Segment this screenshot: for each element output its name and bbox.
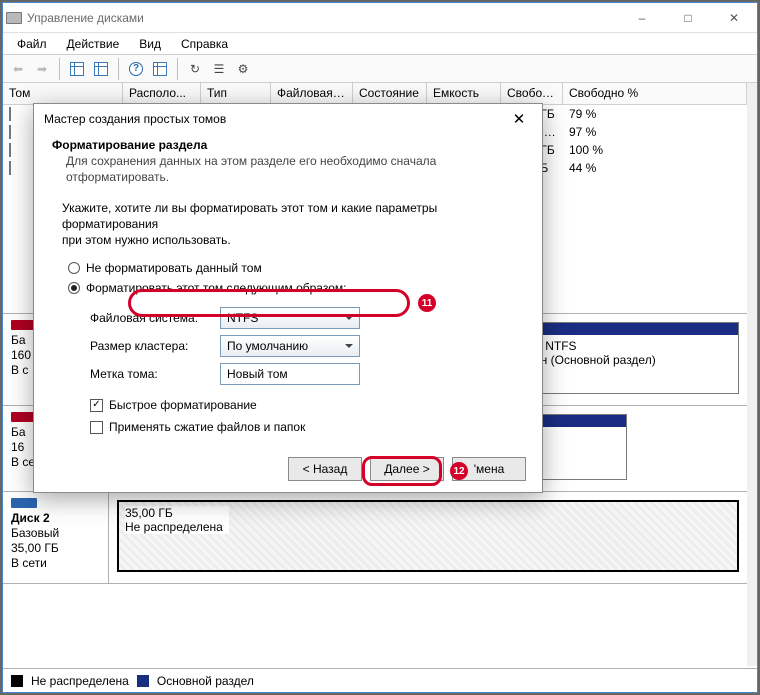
wizard-heading: Форматирование раздела [52,138,524,152]
radio-no-format-label: Не форматировать данный том [86,261,262,275]
help-button[interactable]: ? [125,58,147,80]
grid-header: Том Располо... Тип Файловая с... Состоян… [3,83,747,105]
minimize-button[interactable]: – [619,3,665,33]
nav-forward-button[interactable]: ➡ [31,58,53,80]
col-filesystem[interactable]: Файловая с... [271,83,353,104]
close-button[interactable]: ✕ [711,3,757,33]
checkbox-icon [90,421,103,434]
volume-label-value: Новый том [227,367,288,381]
radio-format-label: Форматировать этот том следующим образом… [86,281,346,295]
volume-label-label: Метка тома: [90,367,220,381]
radio-icon [68,262,80,274]
disk-row-2[interactable]: Диск 2 Базовый 35,00 ГБ В сети 35,00 ГБ … [3,492,747,584]
checkbox-quick-format[interactable]: ✓ Быстрое форматирование [90,394,514,416]
legend-primary: Основной раздел [157,674,254,688]
menubar: Файл Действие Вид Справка [3,33,757,55]
properties-button[interactable]: ☰ [208,58,230,80]
callout-12-badge: 12 [450,462,468,480]
volume-label-input[interactable]: Новый том [220,363,360,385]
radio-format[interactable]: Форматировать этот том следующим образом… [62,278,514,298]
view-list-button[interactable] [90,58,112,80]
wizard-instruction-b: при этом нужно использовать. [62,232,514,248]
col-layout[interactable]: Располо... [123,83,201,104]
filesystem-value: NTFS [227,311,258,325]
wizard-close-button[interactable]: ✕ [506,110,532,128]
wizard-subheading-a: Для сохранения данных на этом разделе ег… [52,152,524,168]
titlebar: Управление дисками – □ ✕ [3,3,757,33]
quick-format-label: Быстрое форматирование [109,398,257,412]
disk2-label: Диск 2 Базовый 35,00 ГБ В сети [3,492,109,583]
vertical-scrollbar[interactable] [747,83,757,666]
disk2-vol-status: Не распределена [125,520,223,534]
toolbar: ⬅ ➡ ? ↻ ☰ ⚙ [3,55,757,83]
nav-back-button[interactable]: ⬅ [7,58,29,80]
new-volume-wizard: Мастер создания простых томов ✕ Форматир… [33,103,543,493]
disk2-body: 35,00 ГБ Не распределена [109,492,747,583]
radio-icon [68,282,80,294]
disk1-vol-status: ен (Основной раздел) [534,353,732,367]
disk1-volume[interactable]: Б NTFS ен (Основной раздел) [527,322,739,394]
wizard-instruction-a: Укажите, хотите ли вы форматировать этот… [62,200,514,232]
options-button[interactable]: ⚙ [232,58,254,80]
refresh-button[interactable]: ↻ [184,58,206,80]
menu-action[interactable]: Действие [57,35,130,53]
app-icon [3,12,25,24]
legend-unallocated: Не распределена [31,674,129,688]
callout-11-badge: 11 [418,294,436,312]
compress-label: Применять сжатие файлов и папок [109,420,305,434]
disk-icon [11,498,37,508]
disk2-name: Диск 2 [11,511,100,525]
layout-button[interactable] [149,58,171,80]
col-status[interactable]: Состояние [353,83,427,104]
disk2-vol-size: 35,00 ГБ [125,506,223,520]
checkbox-compress[interactable]: Применять сжатие файлов и папок [90,416,514,438]
row-freepct: 100 % [563,143,747,157]
menu-view[interactable]: Вид [129,35,171,53]
legend-swatch-unallocated [11,675,23,687]
col-free[interactable]: Свобод... [501,83,563,104]
view-table-button[interactable] [66,58,88,80]
col-freepct[interactable]: Свободно % [563,83,747,104]
disk2-online: В сети [11,556,100,570]
disk2-size: 35,00 ГБ [11,541,100,555]
filesystem-select[interactable]: NTFS [220,307,360,329]
checkbox-icon: ✓ [90,399,103,412]
wizard-subheading-b: отформатировать. [52,168,524,184]
legend-swatch-primary [137,675,149,687]
next-button[interactable]: Далее > [370,457,444,481]
menu-file[interactable]: Файл [7,35,57,53]
legend-bar: Не распределена Основной раздел [3,668,757,692]
row-freepct: 97 % [563,125,747,139]
menu-help[interactable]: Справка [171,35,238,53]
back-button[interactable]: < Назад [288,457,362,481]
cluster-select[interactable]: По умолчанию [220,335,360,357]
cluster-label: Размер кластера: [90,339,220,353]
filesystem-label: Файловая система: [90,311,220,325]
col-capacity[interactable]: Емкость [427,83,501,104]
window-title: Управление дисками [25,11,619,25]
cluster-value: По умолчанию [227,339,308,353]
radio-no-format[interactable]: Не форматировать данный том [62,258,514,278]
wizard-title: Мастер создания простых томов [44,112,506,126]
maximize-button[interactable]: □ [665,3,711,33]
row-freepct: 79 % [563,107,747,121]
row-freepct: 44 % [563,161,747,175]
col-type[interactable]: Тип [201,83,271,104]
disk2-type: Базовый [11,526,100,540]
disk2-unallocated[interactable]: 35,00 ГБ Не распределена [117,500,739,572]
disk1-vol-fs: Б NTFS [534,339,732,353]
col-volume[interactable]: Том [3,83,123,104]
